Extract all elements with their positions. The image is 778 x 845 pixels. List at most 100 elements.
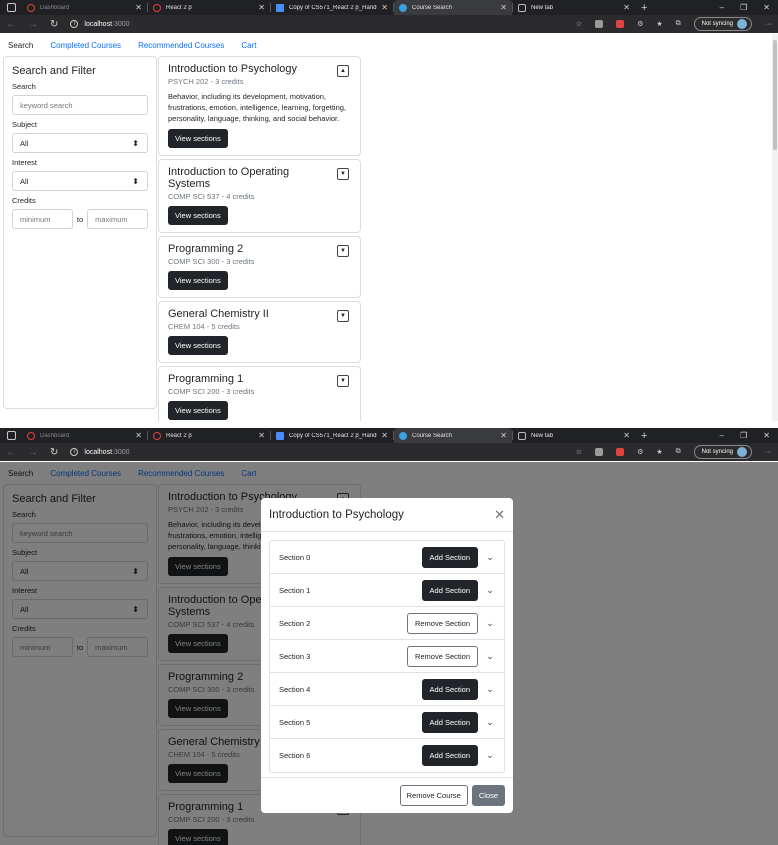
expand-icon[interactable]: ▼ [337,310,349,322]
favorites-icon[interactable]: ★ [656,448,662,456]
nav-cart[interactable]: Cart [241,41,256,50]
close-icon[interactable]: ✕ [494,507,505,523]
browser-tab[interactable]: React 2 β ✕ [148,428,270,443]
site-info-icon[interactable]: i [70,20,79,28]
nav-search[interactable]: Search [8,41,33,50]
tab-actions-icon[interactable] [7,431,16,440]
chevron-down-icon[interactable]: ⌄ [485,552,495,563]
extensions-puzzle-icon[interactable]: ⚙ [637,20,643,28]
forward-icon[interactable]: → [28,447,38,458]
credits-max-input[interactable]: maximum [87,209,148,229]
extension-icon[interactable] [595,448,604,456]
tab-close-icon[interactable]: ✕ [623,431,630,440]
scrollbar-thumb[interactable] [773,40,777,150]
expand-icon[interactable]: ▼ [337,168,349,180]
extensions-puzzle-icon[interactable]: ⚙ [637,448,643,456]
browser-tab[interactable]: Dashboard ✕ [22,428,147,443]
browser-tab[interactable]: Copy of CS571_React 2 β_Handu ✕ [271,0,393,15]
chevron-down-icon[interactable]: ⌄ [485,618,495,629]
add-section-button[interactable]: Add Section [421,711,478,733]
back-icon[interactable]: ← [6,19,16,30]
more-menu-icon[interactable]: ··· [765,449,772,456]
collections-icon[interactable]: ⧉ [676,20,681,28]
minimize-icon[interactable]: – [720,431,724,440]
tab-close-icon[interactable]: ✕ [500,431,507,440]
tab-actions-icon[interactable] [7,3,16,12]
sync-button[interactable]: Not syncing [693,17,752,31]
chevron-down-icon[interactable]: ⌄ [485,717,495,728]
add-section-button[interactable]: Add Section [421,745,478,766]
interest-select[interactable]: All⬍ [12,171,148,191]
restore-icon[interactable]: ❐ [740,431,747,440]
nav-completed-courses[interactable]: Completed Courses [50,41,121,50]
section-row[interactable]: Section 6 Add Section ⌄ [270,739,504,772]
expand-icon[interactable]: ▼ [337,245,349,257]
extension-icon[interactable] [616,448,625,456]
browser-tab[interactable]: React 2 β ✕ [148,0,270,15]
subject-select[interactable]: All⬍ [12,133,148,153]
new-tab-icon[interactable]: + [641,2,647,14]
browser-tab[interactable]: New tab ✕ [513,0,635,15]
browser-tab[interactable]: Copy of CS571_React 2 β_Handu ✕ [271,428,393,443]
collapse-icon[interactable]: ▲ [337,65,349,77]
favorite-star-icon[interactable]: ☆ [576,20,582,28]
browser-tab[interactable]: Course Search ✕ [394,428,512,443]
tab-close-icon[interactable]: ✕ [500,3,507,12]
restore-icon[interactable]: ❐ [740,3,747,12]
favorites-icon[interactable]: ★ [656,20,662,28]
more-menu-icon[interactable]: ··· [765,21,772,28]
browser-tab[interactable]: Course Search ✕ [394,0,512,15]
tab-close-icon[interactable]: ✕ [135,431,142,440]
view-sections-button[interactable]: View sections [168,336,228,355]
scrollbar[interactable] [772,34,778,421]
remove-section-button[interactable]: Remove Section [406,612,478,634]
credits-min-input[interactable]: minimum [12,209,73,229]
add-section-button[interactable]: Add Section [421,579,478,601]
site-info-icon[interactable]: i [70,448,79,456]
browser-tab[interactable]: New tab ✕ [513,428,635,443]
tab-close-icon[interactable]: ✕ [258,431,265,440]
minimize-icon[interactable]: – [720,3,724,12]
section-row[interactable]: Section 2 Remove Section ⌄ [270,607,504,640]
tab-close-icon[interactable]: ✕ [258,3,265,12]
new-tab-icon[interactable]: + [641,430,647,442]
collections-icon[interactable]: ⧉ [676,448,681,456]
tab-close-icon[interactable]: ✕ [135,3,142,12]
section-row[interactable]: Section 5 Add Section ⌄ [270,706,504,739]
sync-button[interactable]: Not syncing [693,445,752,459]
section-row[interactable]: Section 1 Add Section ⌄ [270,574,504,607]
chevron-down-icon[interactable]: ⌄ [485,750,495,761]
close-button[interactable]: Close [471,785,505,806]
reload-icon[interactable]: ↻ [50,447,58,458]
chevron-down-icon[interactable]: ⌄ [485,684,495,695]
remove-section-button[interactable]: Remove Section [406,645,478,667]
window-close-icon[interactable]: ✕ [763,3,770,12]
section-row[interactable]: Section 4 Add Section ⌄ [270,673,504,706]
add-section-button[interactable]: Add Section [421,678,478,700]
url-text[interactable]: localhost:3000 [84,21,129,28]
forward-icon[interactable]: → [28,19,38,30]
chevron-down-icon[interactable]: ⌄ [485,651,495,662]
view-sections-button[interactable]: View sections [168,401,228,420]
view-sections-button[interactable]: View sections [168,129,228,148]
tab-close-icon[interactable]: ✕ [381,3,388,12]
url-text[interactable]: localhost:3000 [84,449,129,456]
extension-icon[interactable] [616,20,625,28]
section-row[interactable]: Section 3 Remove Section ⌄ [270,640,504,673]
tab-close-icon[interactable]: ✕ [623,3,630,12]
expand-icon[interactable]: ▼ [337,375,349,387]
chevron-down-icon[interactable]: ⌄ [485,585,495,596]
favorite-star-icon[interactable]: ☆ [576,448,582,456]
add-section-button[interactable]: Add Section [421,546,478,568]
extension-icon[interactable] [595,20,604,28]
tab-close-icon[interactable]: ✕ [381,431,388,440]
back-icon[interactable]: ← [6,447,16,458]
nav-recommended-courses[interactable]: Recommended Courses [138,41,224,50]
reload-icon[interactable]: ↻ [50,19,58,30]
search-input[interactable]: keyword search [12,95,148,115]
section-row[interactable]: Section 0 Add Section ⌄ [270,541,504,574]
view-sections-button[interactable]: View sections [168,271,228,290]
view-sections-button[interactable]: View sections [168,206,228,225]
browser-tab[interactable]: Dashboard ✕ [22,0,147,15]
remove-course-button[interactable]: Remove Course [399,785,468,806]
